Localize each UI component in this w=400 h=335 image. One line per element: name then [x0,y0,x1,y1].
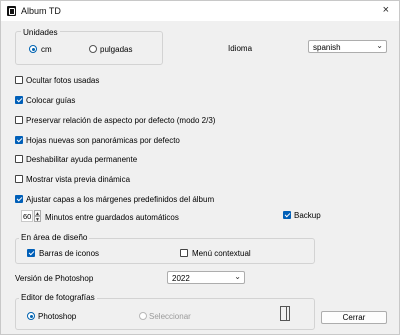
app-icon [7,6,16,16]
album-td-dialog: Album TD × Unidades cm pulgadas Idioma s… [0,0,400,335]
close-button[interactable]: Cerrar [321,311,387,324]
panel-layout-icon[interactable] [280,306,290,321]
radio-seleccionar[interactable] [139,312,147,320]
checkbox-label: Mostrar vista previa dinámica [26,175,131,184]
close-window-icon[interactable]: × [383,4,389,16]
barras-iconos-label: Barras de iconos [39,249,100,258]
checkbox-label: Ajustar capas a los márgenes predefinido… [26,195,215,204]
radio-pulgadas[interactable] [89,45,97,53]
autosave-stepper[interactable]: ▲ ▼ [34,210,41,223]
photoshop-version-label: Versión de Photoshop [15,274,94,283]
checkbox-ocultar-fotos[interactable] [15,76,23,84]
radio-cm[interactable] [29,45,37,53]
language-value: spanish [313,42,341,52]
title-bar: Album TD × [1,1,399,21]
checkbox-label: Deshabilitar ayuda permanente [26,155,138,164]
chevron-down-icon: ⌄ [234,272,241,281]
radio-photoshop[interactable] [27,312,35,320]
radio-pulgadas-label: pulgadas [100,45,133,54]
checkbox-vista-previa[interactable] [15,175,23,183]
close-button-label: Cerrar [342,313,366,322]
language-label: Idioma [228,44,253,53]
language-select[interactable]: spanish ⌄ [308,40,387,53]
photoshop-version-select[interactable]: 2022 ⌄ [167,271,245,284]
checkbox-barras-iconos[interactable] [27,249,35,257]
photo-editor-group-label: Editor de fotografías [19,293,97,302]
checkbox-hojas-panoramicas[interactable] [15,136,23,144]
photoshop-version-value: 2022 [172,273,190,283]
checkbox-preservar-aspecto[interactable] [15,116,23,124]
autosave-label: Minutos entre guardados automáticos [45,213,179,222]
checkbox-backup[interactable] [283,211,291,219]
checkbox-deshabilitar-ayuda[interactable] [15,155,23,163]
checkbox-label: Hojas nuevas son panorámicas por defecto [26,136,180,145]
chevron-down-icon: ⌄ [376,41,383,50]
radio-photoshop-label: Photoshop [38,312,77,321]
window-title: Album TD [21,6,61,16]
checkbox-colocar-guias[interactable] [15,96,23,104]
autosave-minutes-value: 60 [23,212,32,221]
radio-cm-label: cm [41,45,52,54]
checkbox-menu-contextual[interactable] [180,249,188,257]
menu-contextual-label: Menú contextual [192,249,251,258]
autosave-minutes-field[interactable]: 60 [21,210,33,222]
checkbox-ajustar-capas[interactable] [15,195,23,203]
stepper-down-icon[interactable]: ▼ [34,216,41,223]
units-group-label: Unidades [21,28,60,37]
radio-seleccionar-label: Seleccionar [149,312,191,321]
design-area-group-label: En área de diseño [19,233,90,242]
stepper-up-icon[interactable]: ▲ [34,210,41,217]
backup-label: Backup [294,211,321,220]
checkbox-label: Preservar relación de aspecto por defect… [26,116,216,125]
checkbox-label: Colocar guías [26,96,76,105]
checkbox-label: Ocultar fotos usadas [26,76,100,85]
